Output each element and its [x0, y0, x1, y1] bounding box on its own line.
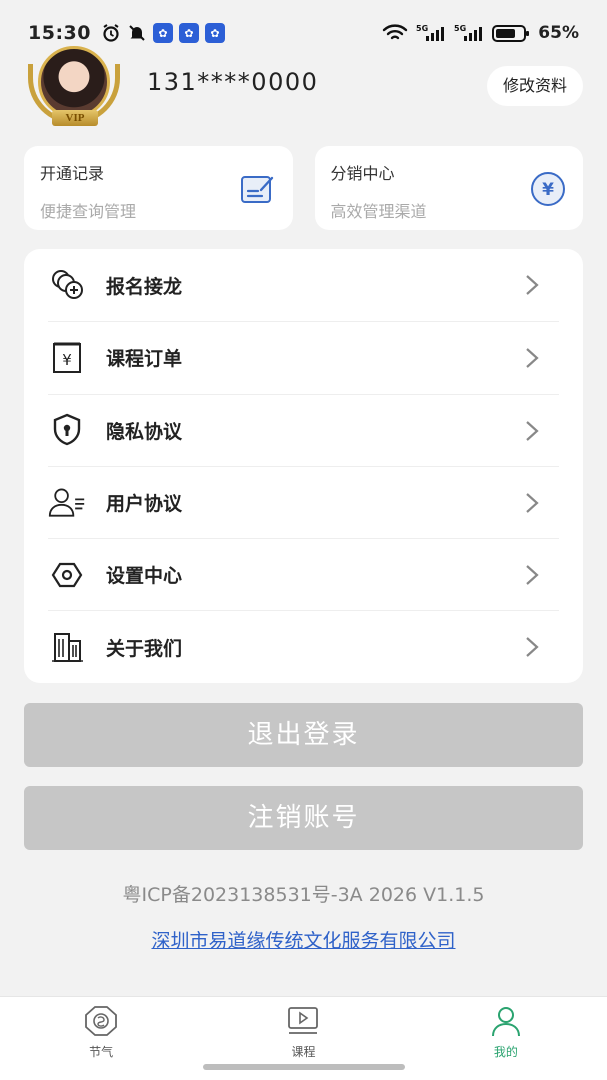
svg-text:¥: ¥ [62, 351, 72, 369]
order-receipt-icon: ¥ [48, 339, 86, 377]
shield-lock-icon [48, 411, 86, 449]
chevron-right-icon [526, 637, 539, 658]
menu-list: 报名接龙 ¥ 课程订单 隐私协议 用户协议 设置中心 关于我们 [24, 249, 583, 683]
logout-button[interactable]: 退出登录 [24, 703, 583, 767]
tab-mine[interactable]: 我的 [405, 997, 607, 1080]
icp-record: 粤ICP备2023138531号-3A 2026 V1.1.5 [122, 884, 485, 906]
menu-item-course-orders[interactable]: ¥ 课程订单 [48, 321, 559, 393]
svg-text:5G: 5G [454, 24, 466, 33]
svg-text:5G: 5G [416, 24, 428, 33]
solar-term-icon [85, 1006, 118, 1036]
menu-item-label: 关于我们 [106, 637, 183, 660]
menu-item-label: 报名接龙 [106, 275, 183, 298]
edit-profile-button[interactable]: 修改资料 [486, 66, 583, 106]
home-indicator[interactable] [203, 1064, 405, 1070]
menu-item-label: 隐私协议 [106, 420, 183, 443]
settings-hex-icon [48, 556, 86, 594]
menu-item-label: 课程订单 [106, 348, 183, 371]
yuan-circle-icon: ¥ [531, 172, 565, 206]
vip-badge: VIP [52, 110, 98, 126]
company-link[interactable]: 深圳市易道缘传统文化服务有限公司 [0, 926, 607, 953]
coin-stack-plus-icon [48, 266, 86, 304]
yuan-glyph: ¥ [542, 180, 554, 200]
chevron-right-icon [526, 493, 539, 513]
edit-note-icon [240, 176, 273, 203]
menu-item-signup-relay[interactable]: 报名接龙 [48, 249, 559, 321]
tab-label: 节气 [89, 1045, 114, 1059]
user-phone: 131****0000 [147, 68, 319, 96]
profile-icon [491, 1007, 520, 1037]
card-open-records[interactable]: 开通记录 便捷查询管理 [24, 146, 293, 230]
deregister-button[interactable]: 注销账号 [24, 786, 583, 850]
menu-item-label: 用户协议 [106, 493, 183, 516]
chevron-right-icon [526, 420, 539, 441]
tab-solar-terms[interactable]: 节气 [0, 997, 202, 1080]
profile-header: VIP 131****0000 修改资料 [0, 40, 607, 130]
user-list-icon [48, 484, 86, 522]
menu-item-settings[interactable]: 设置中心 [48, 538, 559, 610]
card-distribution-center[interactable]: 分销中心 高效管理渠道 ¥ [314, 146, 583, 230]
tab-label: 课程 [291, 1045, 316, 1059]
chevron-right-icon [526, 565, 539, 586]
menu-item-about-us[interactable]: 关于我们 [48, 610, 559, 682]
menu-item-label: 设置中心 [106, 565, 183, 588]
avatar-image [38, 46, 110, 118]
chevron-right-icon [526, 348, 539, 369]
building-icon [48, 628, 86, 666]
quick-cards: 开通记录 便捷查询管理 分销中心 高效管理渠道 ¥ [24, 146, 583, 230]
menu-item-user-agreement[interactable]: 用户协议 [48, 465, 559, 538]
video-course-icon [288, 1007, 319, 1034]
menu-item-privacy-policy[interactable]: 隐私协议 [48, 393, 559, 466]
chevron-right-icon [526, 275, 539, 295]
avatar[interactable]: VIP [28, 46, 120, 128]
tab-label: 我的 [493, 1045, 518, 1059]
